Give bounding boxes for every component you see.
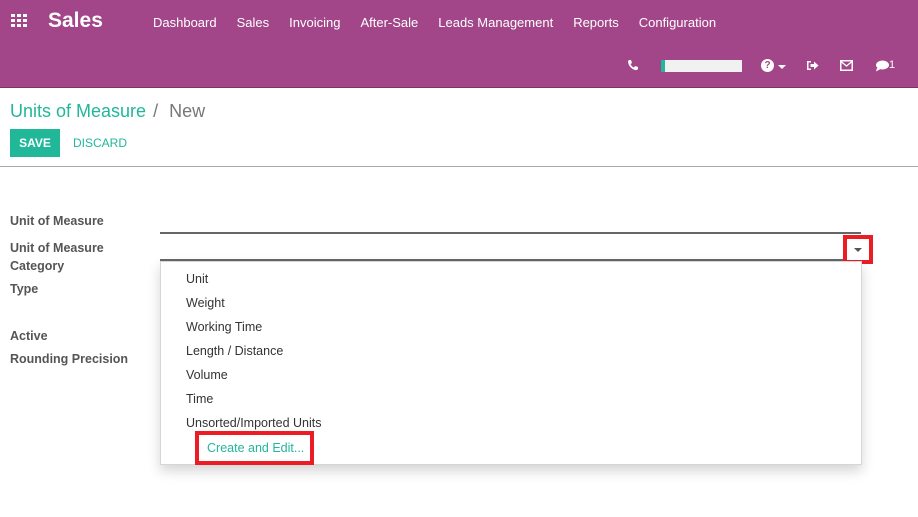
menu-configuration[interactable]: Configuration — [639, 15, 716, 30]
label-category-line2: Category — [10, 259, 65, 273]
chevron-down-icon[interactable] — [778, 65, 786, 69]
menu-sales[interactable]: Sales — [237, 15, 270, 30]
breadcrumb: Units of Measure / New — [10, 101, 205, 122]
unit-of-measure-input[interactable] — [160, 210, 861, 234]
label-rounding-precision: Rounding Precision — [10, 352, 129, 366]
logout-icon[interactable] — [806, 60, 819, 71]
menu-invoicing[interactable]: Invoicing — [289, 15, 340, 30]
option-working-time[interactable]: Working Time — [186, 320, 262, 334]
top-navbar: Sales Dashboard Sales Invoicing After-Sa… — [0, 0, 918, 88]
apps-grid-icon[interactable] — [11, 14, 27, 28]
create-and-edit-link[interactable]: Create and Edit... — [195, 431, 314, 465]
category-dropdown-toggle[interactable] — [843, 235, 873, 264]
chat-icon[interactable] — [875, 60, 889, 72]
option-time[interactable]: Time — [186, 392, 213, 406]
phone-icon[interactable] — [627, 59, 639, 71]
menu-after-sale[interactable]: After-Sale — [360, 15, 418, 30]
menu-leads-management[interactable]: Leads Management — [438, 15, 553, 30]
label-unit-of-measure: Unit of Measure — [10, 214, 104, 228]
breadcrumb-units-of-measure[interactable]: Units of Measure — [10, 101, 146, 121]
label-type: Type — [10, 282, 39, 296]
control-panel-divider — [0, 166, 918, 167]
help-icon[interactable]: ? — [761, 59, 774, 72]
category-input[interactable] — [160, 237, 861, 261]
category-dropdown-menu: Unit Weight Working Time Length / Distan… — [160, 261, 862, 465]
mail-icon[interactable] — [840, 60, 853, 71]
app-title: Sales — [48, 9, 103, 32]
systray: ? 1 — [0, 58, 918, 76]
breadcrumb-separator: / — [153, 101, 159, 121]
breadcrumb-current: New — [169, 101, 206, 121]
option-weight[interactable]: Weight — [186, 296, 225, 310]
chat-count-badge: 1 — [889, 59, 896, 71]
option-unsorted-imported-units[interactable]: Unsorted/Imported Units — [186, 416, 321, 430]
discard-button[interactable]: DISCARD — [73, 129, 127, 157]
systray-search-bar[interactable] — [661, 60, 742, 72]
option-unit[interactable]: Unit — [186, 272, 208, 286]
label-active: Active — [10, 329, 48, 343]
option-length-distance[interactable]: Length / Distance — [186, 344, 283, 358]
caret-down-icon — [854, 248, 862, 252]
label-category-line1: Unit of Measure — [10, 241, 104, 255]
menu-reports[interactable]: Reports — [573, 15, 619, 30]
menu-dashboard[interactable]: Dashboard — [153, 15, 217, 30]
save-button[interactable]: SAVE — [10, 129, 60, 157]
main-menu: Dashboard Sales Invoicing After-Sale Lea… — [153, 15, 736, 30]
option-volume[interactable]: Volume — [186, 368, 228, 382]
